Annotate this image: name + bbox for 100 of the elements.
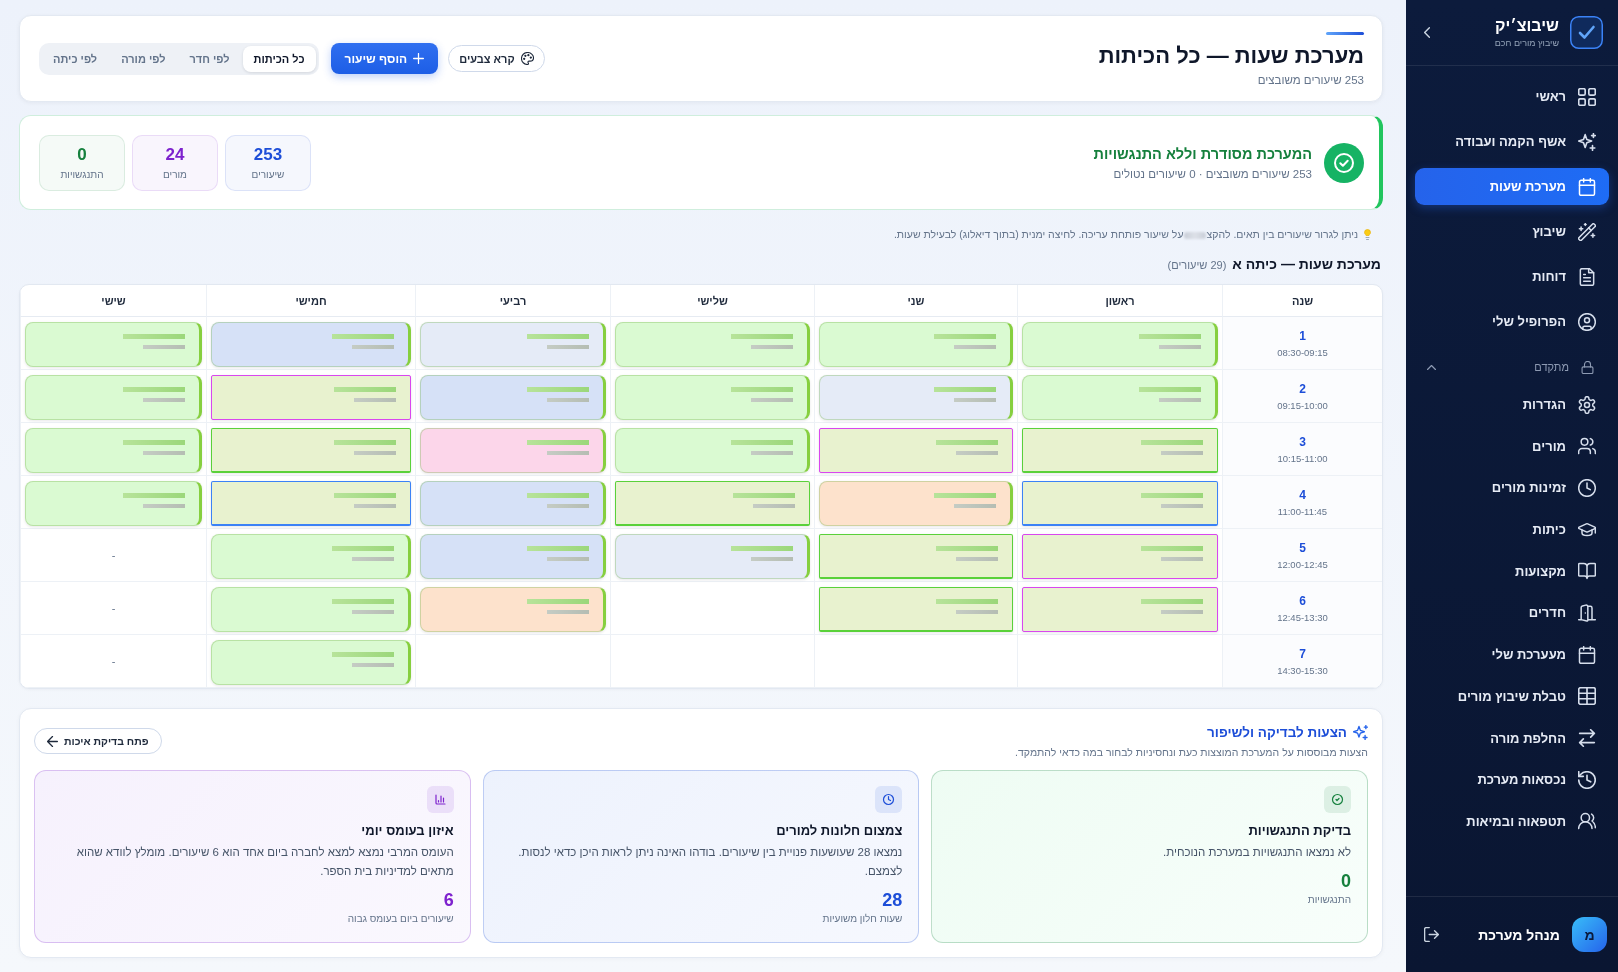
nav-item[interactable]: אשף הקמה ועבודה xyxy=(1415,123,1609,160)
chevron-up-icon xyxy=(1427,364,1436,370)
suggestion-caption: שיעורים ביום בעומס גבוה xyxy=(347,913,454,924)
user-name: מנהל מערכת xyxy=(1478,926,1560,943)
suggestion-title: צמצום חלונות למורים xyxy=(776,823,903,838)
nav-item[interactable]: הפרופיל שלי xyxy=(1415,303,1609,340)
column-header: חמישי xyxy=(206,285,415,317)
period-number: 2 xyxy=(1299,381,1306,396)
stat-label: שיעורים xyxy=(251,169,285,180)
lesson-card[interactable] xyxy=(1022,481,1218,526)
nav-item[interactable]: שיבוץ xyxy=(1415,213,1609,250)
palette-icon xyxy=(520,52,534,65)
nav-item[interactable]: מורים xyxy=(1415,427,1609,465)
users-icon xyxy=(1578,437,1596,456)
status-detail: 253 שיעורים משובצים · 0 שיעורים נטולים xyxy=(1113,167,1312,180)
lesson-count: (29 שיעורים) xyxy=(1167,259,1227,271)
book-icon xyxy=(1578,562,1596,581)
view-tab[interactable]: לפי חדר xyxy=(178,45,241,72)
check-logo-icon xyxy=(1570,16,1603,49)
column-header: שישי xyxy=(20,285,206,317)
suggestion-value: 0 xyxy=(1341,870,1351,892)
period-time: 12:45-13:30 xyxy=(1277,611,1328,623)
quality-check-button[interactable]: פתח בדיקת איכות xyxy=(34,728,162,754)
column-header: ראשון xyxy=(1017,285,1222,317)
empty-slot-dash: - xyxy=(111,655,116,667)
suggestions-subtitle: הצעות מבוססות על המערכת המוצצות כעת ונחסיניות לבחור במה כדאי להתמקד. xyxy=(1015,745,1368,758)
nav-item[interactable]: תטפאוה ובמיאות xyxy=(1415,802,1609,840)
period-number: 3 xyxy=(1299,434,1306,449)
sparkles-icon xyxy=(1578,132,1596,151)
collapse-button[interactable] xyxy=(1422,25,1432,40)
nav-item[interactable]: מעערכת שלי xyxy=(1415,636,1609,674)
stat-value: 0 xyxy=(77,145,87,164)
nav-item[interactable]: זמינות מורים xyxy=(1415,469,1609,507)
column-header: רביעי xyxy=(415,285,610,317)
nav-item[interactable]: הגדרות xyxy=(1415,386,1609,423)
wand-icon xyxy=(1578,222,1596,241)
nav-item[interactable]: מערכת שעות xyxy=(1415,168,1609,205)
empty-slot-dash: - xyxy=(111,549,116,561)
nav-item[interactable]: כיתות xyxy=(1415,511,1609,549)
table-icon xyxy=(1578,687,1596,706)
settings-icon xyxy=(1578,395,1596,414)
brand-name: שיבוצ׳יק xyxy=(1495,16,1559,35)
lesson-card[interactable] xyxy=(1022,428,1218,473)
logout-button[interactable] xyxy=(1422,925,1441,944)
nav-item[interactable]: חדרים xyxy=(1415,594,1609,632)
stat-label: התנגשויות xyxy=(60,169,104,180)
history-icon xyxy=(1578,770,1596,789)
lesson-card[interactable] xyxy=(819,587,1013,632)
document-icon xyxy=(1578,267,1596,286)
lesson-card[interactable] xyxy=(1022,587,1218,632)
plus-icon xyxy=(413,53,425,64)
lesson-card[interactable] xyxy=(615,481,810,526)
suggestion-caption: התנגשויות xyxy=(1307,894,1351,905)
lesson-card[interactable] xyxy=(211,375,411,420)
period-time: 08:30-09:15 xyxy=(1277,346,1328,358)
nav-item[interactable]: ראשי xyxy=(1415,78,1609,115)
stat-label: מורים xyxy=(163,169,187,180)
period-number: 7 xyxy=(1299,646,1306,661)
colors-button[interactable]: קרא צבעים xyxy=(448,45,545,72)
title-accent-bar xyxy=(1326,31,1364,35)
period-number: 1 xyxy=(1299,328,1306,343)
stat-value: 253 xyxy=(253,145,283,164)
nav-item[interactable]: טבלת שיבוץ מורים xyxy=(1415,677,1609,715)
avatar[interactable]: מ xyxy=(1572,917,1607,952)
page-title: מערכת שעות — כל הכיתות xyxy=(1098,41,1364,69)
stat-value: 24 xyxy=(165,145,185,164)
suggestion-value: 28 xyxy=(882,889,903,911)
lesson-card[interactable] xyxy=(1022,534,1218,579)
suggestion-title: בדיקת התנגשויות xyxy=(1248,823,1351,838)
clock-icon xyxy=(1578,478,1596,497)
period-time: 10:15-11:00 xyxy=(1277,452,1328,464)
lesson-card[interactable] xyxy=(819,428,1013,473)
section-toggle[interactable]: מתקדם xyxy=(1415,348,1609,386)
lesson-card[interactable] xyxy=(211,428,411,473)
empty-slot-dash: - xyxy=(111,602,116,614)
add-lesson-button[interactable]: הוסף שיעור xyxy=(330,43,439,74)
grid-icon xyxy=(1578,87,1596,106)
graduation-cap-icon xyxy=(1578,520,1596,539)
lesson-card[interactable] xyxy=(211,481,411,526)
lightbulb-icon xyxy=(1363,228,1372,240)
nav-item[interactable]: מקצועות xyxy=(1415,552,1609,590)
calendar-icon xyxy=(1578,177,1596,196)
clock-icon xyxy=(875,786,903,813)
users-icon xyxy=(1578,812,1596,831)
suggestion-caption: שעות חלון משועיות xyxy=(822,913,903,924)
view-tab[interactable]: לפי מורה xyxy=(110,45,177,72)
nav-item[interactable]: נכסאות מערכת xyxy=(1415,761,1609,799)
status-title: המערכת מסודרת וללא התנגשויות xyxy=(1093,145,1312,162)
brand-tagline: שיבוץ מורים חכם xyxy=(1494,38,1559,49)
lock-icon xyxy=(1581,360,1594,374)
nav-item[interactable]: דוחות xyxy=(1415,258,1609,295)
logout-icon xyxy=(1424,927,1439,942)
period-time: 14:30-15:30 xyxy=(1277,664,1328,676)
period-number: 4 xyxy=(1299,487,1306,502)
period-time: 11:00-11:45 xyxy=(1277,505,1328,517)
view-tab[interactable]: כל הכיתות xyxy=(242,45,316,72)
nav-item[interactable]: החלפת מורה xyxy=(1415,719,1609,757)
lesson-card[interactable] xyxy=(819,534,1013,579)
hint-text: ניתן לגרור שיעורים בין תאים. להקצ על שיעור פותחת עריכה. לחיצה ימנית (בתוך דיאלוג) לבעילת שעות. xyxy=(893,227,1358,241)
view-tab[interactable]: לפי כיתה xyxy=(42,45,109,72)
